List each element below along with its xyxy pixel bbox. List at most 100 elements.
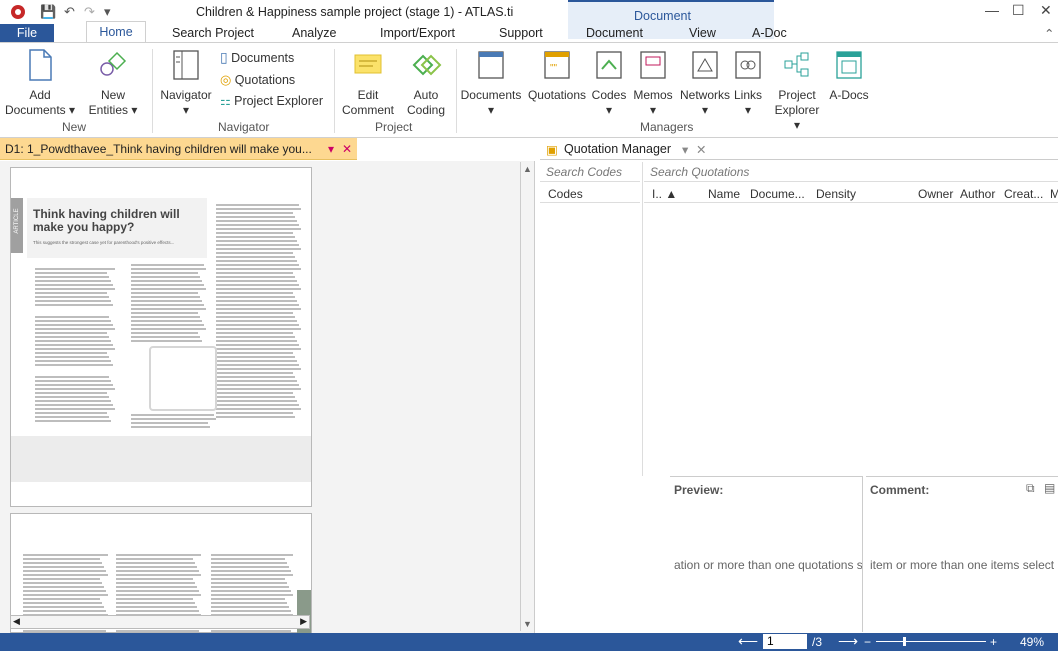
col-density[interactable]: Density bbox=[816, 187, 856, 201]
adocs-manager-button[interactable]: A-Docs bbox=[826, 49, 872, 103]
document-tab-close-icon[interactable]: ✕ bbox=[342, 142, 352, 156]
document-tab-dropdown-icon[interactable]: ▾ bbox=[328, 142, 334, 156]
undo-icon[interactable]: ↶ bbox=[64, 4, 75, 20]
networks-manager-button[interactable]: Networks ▾ bbox=[678, 49, 732, 118]
auto-coding-button[interactable]: Auto Coding bbox=[400, 49, 452, 118]
col-id[interactable]: I.. ▲ bbox=[652, 187, 677, 201]
text-line bbox=[211, 598, 285, 600]
text-line bbox=[35, 292, 107, 294]
zoom-slider-thumb[interactable] bbox=[903, 637, 906, 646]
tab-file[interactable]: File bbox=[0, 24, 54, 42]
references-block bbox=[11, 436, 311, 482]
quotation-manager-tab[interactable]: ▣ Quotation Manager ▾ ✕ bbox=[540, 138, 1058, 160]
search-codes-input[interactable]: Search Codes bbox=[540, 162, 640, 182]
tab-home[interactable]: Home bbox=[86, 21, 146, 42]
codes-manager-button[interactable]: Codes ▾ bbox=[589, 49, 629, 118]
text-line bbox=[211, 574, 293, 576]
next-page-icon[interactable]: ⟶ bbox=[838, 633, 858, 650]
quotations-nav-button[interactable]: ◎ Quotations bbox=[220, 72, 295, 88]
zoom-out-icon[interactable]: − bbox=[864, 635, 871, 649]
col-document[interactable]: Docume... bbox=[750, 187, 805, 201]
vertical-scrollbar[interactable]: ▲ ▼ bbox=[520, 162, 534, 631]
text-line bbox=[23, 598, 100, 600]
scroll-left-icon[interactable]: ◀ bbox=[13, 616, 20, 627]
text-line bbox=[35, 356, 109, 358]
new-entities-button[interactable]: New Entities ▾ bbox=[80, 49, 146, 118]
edit-comment-button[interactable]: Edit Comment bbox=[338, 49, 398, 118]
collapse-ribbon-icon[interactable]: ⌃ bbox=[1044, 26, 1054, 41]
text-line bbox=[116, 566, 197, 568]
maximize-button[interactable]: ☐ bbox=[1012, 2, 1025, 19]
text-line bbox=[211, 610, 291, 612]
close-button[interactable]: ✕ bbox=[1040, 2, 1052, 19]
documents-nav-button[interactable]: ▯ Documents bbox=[220, 50, 294, 66]
project-explorer-nav-button[interactable]: ⚏ Project Explorer bbox=[220, 94, 323, 109]
text-line bbox=[216, 244, 299, 246]
save-icon[interactable]: 💾 bbox=[40, 4, 56, 20]
zoom-slider[interactable] bbox=[876, 641, 986, 642]
search-quotations-input[interactable]: Search Quotations bbox=[644, 162, 1058, 182]
article-standfirst: This suggests the strongest case yet for… bbox=[33, 240, 175, 245]
text-line bbox=[216, 228, 301, 230]
text-line bbox=[131, 324, 204, 326]
text-line bbox=[216, 356, 295, 358]
text-line bbox=[23, 590, 106, 592]
tab-analyze[interactable]: Analyze bbox=[292, 26, 336, 40]
text-line bbox=[23, 574, 108, 576]
documents-manager-button[interactable]: Documents ▾ bbox=[458, 49, 524, 118]
col-created[interactable]: Creat... bbox=[1004, 187, 1043, 201]
scroll-down-icon[interactable]: ▼ bbox=[523, 619, 532, 629]
tab-a-doc[interactable]: A-Doc bbox=[752, 26, 787, 40]
text-line bbox=[216, 348, 301, 350]
text-line bbox=[116, 630, 199, 632]
text-line bbox=[23, 594, 108, 596]
documents-nav-label: Documents bbox=[231, 51, 295, 65]
tab-view[interactable]: View bbox=[689, 26, 716, 40]
redo-icon[interactable]: ↷ bbox=[84, 4, 95, 20]
previous-page-icon[interactable]: ⟵ bbox=[738, 633, 758, 650]
horizontal-scrollbar[interactable]: ◀ ▶ bbox=[10, 615, 310, 629]
scroll-right-icon[interactable]: ▶ bbox=[300, 616, 307, 627]
memos-manager-button[interactable]: Memos ▾ bbox=[630, 49, 676, 118]
text-line bbox=[216, 400, 297, 402]
tab-import-export[interactable]: Import/Export bbox=[380, 26, 455, 40]
quotation-manager: Search Codes Search Quotations Codes I..… bbox=[540, 162, 1058, 632]
text-line bbox=[211, 586, 289, 588]
col-owner[interactable]: Owner bbox=[918, 187, 953, 201]
col-modified[interactable]: M bbox=[1050, 187, 1058, 201]
tab-search-project[interactable]: Search Project bbox=[172, 26, 254, 40]
title-bar: 💾 ↶ ↷ ▾ Children & Happiness sample proj… bbox=[0, 0, 1058, 24]
text-line bbox=[131, 280, 202, 282]
scroll-up-icon[interactable]: ▲ bbox=[523, 164, 532, 174]
project-explorer-manager-button[interactable]: Project Explorer ▾ bbox=[772, 49, 822, 133]
text-line bbox=[131, 320, 202, 322]
edit-comment-icon[interactable]: ⧉ bbox=[1026, 481, 1035, 496]
document-viewer[interactable]: ARTICLE Think having children will make … bbox=[0, 161, 535, 634]
navigator-button[interactable]: Navigator ▾ bbox=[158, 49, 214, 118]
group-new-label: New bbox=[62, 120, 87, 134]
quotation-manager-close-icon[interactable]: ✕ bbox=[696, 142, 706, 157]
page-number-input[interactable]: 1 bbox=[763, 634, 807, 649]
text-line bbox=[216, 212, 293, 214]
col-author[interactable]: Author bbox=[960, 187, 995, 201]
save-comment-icon[interactable]: ▤ bbox=[1044, 481, 1055, 495]
text-line bbox=[216, 372, 293, 374]
links-manager-button[interactable]: Links ▾ bbox=[733, 49, 763, 118]
window-title: Children & Happiness sample project (sta… bbox=[196, 5, 514, 19]
preview-hint: ation or more than one quotations s bbox=[674, 558, 863, 572]
quotations-manager-label: Quotations bbox=[527, 88, 587, 102]
tab-support[interactable]: Support bbox=[499, 26, 543, 40]
col-name[interactable]: Name bbox=[708, 187, 740, 201]
zoom-in-icon[interactable]: + bbox=[990, 635, 997, 649]
add-documents-button[interactable]: Add Documents ▾ bbox=[4, 49, 76, 118]
quotations-manager-button[interactable]: "" Quotations bbox=[526, 49, 588, 103]
text-line bbox=[216, 316, 295, 318]
text-line bbox=[216, 328, 301, 330]
tab-document[interactable]: Document bbox=[586, 26, 643, 40]
document-tab[interactable]: D1: 1_Powdthavee_Think having children w… bbox=[0, 138, 357, 160]
quotation-manager-dropdown-icon[interactable]: ▾ bbox=[682, 142, 688, 157]
navigator-icon bbox=[173, 50, 199, 80]
minimize-button[interactable]: — bbox=[985, 2, 999, 18]
qat-customize-icon[interactable]: ▾ bbox=[104, 4, 111, 20]
text-line bbox=[35, 296, 109, 298]
